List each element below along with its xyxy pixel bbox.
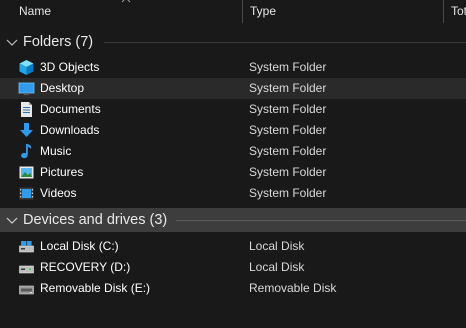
chevron-down-icon[interactable] [6,37,18,47]
downloads-icon [20,123,33,137]
item-type: System Folder [249,60,327,74]
item-name: Desktop [40,81,85,95]
column-header-name-label: Name [19,4,52,18]
item-type: System Folder [249,186,327,200]
item-type: Local Disk [249,260,305,274]
item-type: System Folder [249,144,327,158]
item-name: Documents [40,102,101,116]
list-item[interactable]: Documents System Folder [0,99,466,120]
item-type: System Folder [249,102,327,116]
pictures-icon [19,166,34,179]
column-header-total-size[interactable]: Tot [443,0,466,23]
item-name: RECOVERY (D:) [40,260,131,274]
group-divider [176,220,466,221]
group-divider [104,42,466,43]
list-item[interactable]: Downloads System Folder [0,120,466,141]
group-header-folders[interactable]: Folders (7) [0,30,466,54]
item-name: Local Disk (C:) [40,239,119,253]
group-header-label: Folders (7) [23,34,94,50]
list-item[interactable]: 3D Objects System Folder [0,57,466,78]
music-icon [21,144,32,159]
recovery-disk-icon [19,265,34,274]
videos-icon [19,187,34,200]
item-name: Removable Disk (E:) [40,281,151,295]
item-name: 3D Objects [40,60,100,74]
local-disk-icon [19,241,34,253]
item-type: Local Disk [249,239,305,253]
documents-icon [21,102,32,117]
group-header-devices-and-drives[interactable]: Devices and drives (3) [0,208,466,232]
group-header-label: Devices and drives (3) [23,212,168,228]
sort-ascending-icon [121,0,131,3]
column-header-bar: Name Type Tot [0,0,466,23]
column-header-type[interactable]: Type [242,0,444,23]
list-item[interactable]: Local Disk (C:) Local Disk [0,236,466,257]
item-type: System Folder [249,165,327,179]
desktop-icon [18,82,35,95]
removable-disk-icon [19,285,34,295]
column-header-type-label: Type [250,4,277,18]
item-type: System Folder [249,123,327,137]
column-header-name[interactable]: Name [0,0,242,23]
item-name: Videos [40,186,77,200]
item-name: Music [40,144,72,158]
list-item[interactable]: Music System Folder [0,141,466,162]
list-item[interactable]: Videos System Folder [0,183,466,204]
list-item[interactable]: Pictures System Folder [0,162,466,183]
3d-objects-icon [19,60,34,75]
file-explorer-view: Name Type Tot Folders (7) 3D Objects Sys… [0,0,466,328]
item-type: System Folder [249,81,327,95]
list-item[interactable]: RECOVERY (D:) Local Disk [0,257,466,278]
item-type: Removable Disk [249,281,337,295]
column-header-total-size-label: Tot [451,4,466,18]
item-name: Downloads [40,123,100,137]
list-item[interactable]: Desktop System Folder [0,78,466,99]
list-item[interactable]: Removable Disk (E:) Removable Disk [0,278,466,299]
item-name: Pictures [40,165,84,179]
chevron-down-icon[interactable] [6,215,18,225]
